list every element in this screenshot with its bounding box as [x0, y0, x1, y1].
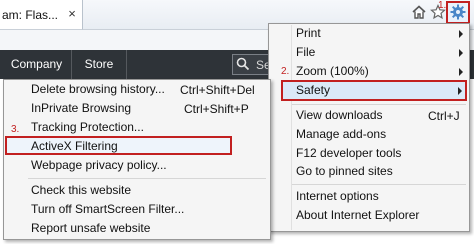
browser-tab[interactable]: am: Flas... ×	[0, 0, 83, 30]
delete-history-shortcut: Ctrl+Shift+Del	[180, 83, 255, 97]
menu-item-inprivate[interactable]: InPrivate Browsing	[31, 98, 131, 118]
tab-title: am: Flas...	[2, 8, 59, 22]
tools-button[interactable]	[446, 1, 470, 24]
view-downloads-shortcut: Ctrl+J	[428, 109, 460, 123]
gear-icon	[450, 4, 466, 20]
home-icon[interactable]	[411, 4, 427, 20]
menu-item-safety[interactable]: Safety	[296, 80, 330, 100]
menu-item-about-ie[interactable]: About Internet Explorer	[296, 205, 419, 225]
browser-window: am: Flas... × 1. Company Store Se Print …	[0, 0, 474, 244]
file-submenu-arrow-icon	[459, 49, 463, 57]
menu-item-delete-history[interactable]: Delete browsing history...	[31, 79, 165, 99]
tab-close-icon[interactable]: ×	[66, 7, 78, 20]
menu-item-zoom[interactable]: Zoom (100%)	[296, 61, 369, 81]
menu-separator	[28, 178, 266, 179]
nav-company[interactable]: Company	[2, 50, 72, 79]
menu-item-view-downloads[interactable]: View downloads	[296, 105, 383, 125]
print-submenu-arrow-icon	[459, 30, 463, 38]
menu-item-tracking-protection[interactable]: Tracking Protection...	[31, 117, 144, 137]
menu-item-f12-tools[interactable]: F12 developer tools	[296, 143, 401, 163]
menu-item-activex-filtering[interactable]: ActiveX Filtering	[31, 136, 118, 156]
safety-submenu-arrow-icon	[458, 87, 462, 95]
menu-item-check-website[interactable]: Check this website	[31, 180, 131, 200]
menu-item-print[interactable]: Print	[296, 23, 321, 43]
menu-item-pinned-sites[interactable]: Go to pinned sites	[296, 161, 393, 181]
zoom-submenu-arrow-icon	[459, 68, 463, 76]
menu-item-internet-options[interactable]: Internet options	[296, 186, 379, 206]
inprivate-shortcut: Ctrl+Shift+P	[184, 102, 249, 116]
menu-item-webpage-privacy-policy[interactable]: Webpage privacy policy...	[31, 155, 167, 175]
menu-item-manage-addons[interactable]: Manage add-ons	[296, 124, 386, 144]
menu-item-smartscreen[interactable]: Turn off SmartScreen Filter...	[31, 199, 184, 219]
step-3-label: 3.	[11, 124, 20, 135]
nav-store[interactable]: Store	[72, 50, 127, 79]
menu-item-file[interactable]: File	[296, 42, 315, 62]
menu-gutter	[291, 25, 292, 230]
menu-separator	[292, 184, 466, 185]
search-icon	[236, 57, 250, 71]
step-2-label: 2.	[281, 66, 290, 77]
menu-item-report-unsafe[interactable]: Report unsafe website	[31, 218, 150, 238]
